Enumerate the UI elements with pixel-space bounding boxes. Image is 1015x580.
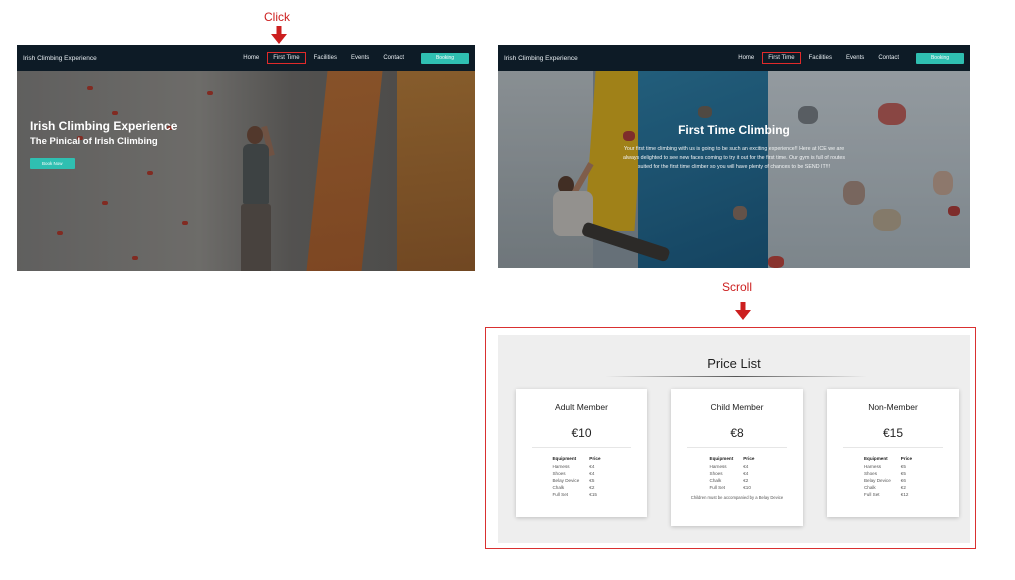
table-row: Harness €4 xyxy=(552,463,610,470)
cell-item: Shoes xyxy=(863,471,877,476)
first-time-page-screenshot: Irish Climbing Experience Home First Tim… xyxy=(498,45,970,268)
cell-item: Harness xyxy=(552,464,570,469)
nav-contact[interactable]: Contact xyxy=(378,53,409,63)
nav-first-time[interactable]: First Time xyxy=(267,52,306,64)
cell-price: €2 xyxy=(589,485,595,490)
tutorial-stage: Click Scroll Irish Climbing Experience H… xyxy=(0,0,1015,580)
cell-price: €6 xyxy=(900,478,906,483)
price-card-child: Child Member €8 Equipment Price Harness €… xyxy=(671,389,803,526)
cell-item: Chalk xyxy=(552,485,565,490)
table-row: Harness €4 xyxy=(710,463,765,470)
price-list-title: Price List xyxy=(707,356,761,371)
col-equipment: Equipment xyxy=(863,456,888,461)
price-card-adult: Adult Member €10 Equipment Price Harness… xyxy=(516,389,647,517)
card-title: Child Member xyxy=(710,402,764,412)
table-row: Chalk €2 xyxy=(710,477,765,484)
top-navbar: Irish Climbing Experience Home First Tim… xyxy=(17,45,475,71)
down-arrow-icon xyxy=(735,302,751,320)
cell-item: Chalk xyxy=(863,485,876,490)
click-annotation-label: Click xyxy=(264,10,290,24)
cell-price: €12 xyxy=(900,492,909,497)
nav-events[interactable]: Events xyxy=(346,53,374,63)
col-equipment: Equipment xyxy=(709,456,734,461)
table-row: Shoes €4 xyxy=(552,470,610,477)
first-time-title: First Time Climbing xyxy=(678,123,790,137)
table-row: Belay Device €5 xyxy=(552,477,610,484)
nav-first-time[interactable]: First Time xyxy=(762,52,801,64)
booking-button[interactable]: Booking xyxy=(916,52,964,64)
cell-price: €4 xyxy=(589,464,595,469)
table-row: Harness €5 xyxy=(864,463,922,470)
home-page-screenshot: Irish Climbing Experience Home First Tim… xyxy=(17,45,475,271)
top-navbar: Irish Climbing Experience Home First Tim… xyxy=(498,45,970,71)
card-price: €15 xyxy=(843,426,943,448)
table-row: Chalk €2 xyxy=(552,484,610,491)
nav-contact[interactable]: Contact xyxy=(873,53,904,63)
col-equipment: Equipment xyxy=(552,456,577,461)
cell-price: €2 xyxy=(743,478,749,483)
nav-facilities[interactable]: Facilities xyxy=(804,53,837,63)
cell-price: €10 xyxy=(743,485,751,490)
scroll-annotation-label: Scroll xyxy=(722,280,753,294)
cell-price: €2 xyxy=(900,485,906,490)
down-arrow-icon xyxy=(271,26,287,44)
equipment-table: Equipment Price Harness €5 Shoes €5 Belay … xyxy=(864,456,922,498)
col-price: Price xyxy=(743,456,755,461)
col-price: Price xyxy=(900,456,913,461)
card-note: Children must be accompanied by a Belay … xyxy=(690,495,784,500)
cell-item: Chalk xyxy=(709,478,722,483)
cell-item: Full Set xyxy=(863,492,880,497)
cell-price: €5 xyxy=(589,478,595,483)
cell-item: Harness xyxy=(863,464,882,469)
cell-item: Full Set xyxy=(552,492,569,497)
price-card-non-member: Non-Member €15 Equipment Price Harness €5… xyxy=(827,389,959,517)
cell-price: €15 xyxy=(589,492,597,497)
nav-home[interactable]: Home xyxy=(238,53,264,63)
hero-text-block: Irish Climbing Experience The Pinical of… xyxy=(30,119,177,170)
booking-button[interactable]: Booking xyxy=(421,52,469,64)
title-divider xyxy=(605,376,867,377)
hero-background-image xyxy=(17,71,475,271)
cell-item: Harness xyxy=(709,464,727,469)
card-title: Non-Member xyxy=(868,402,918,412)
table-row: Shoes €5 xyxy=(864,470,922,477)
book-now-button[interactable]: Book Now xyxy=(30,158,75,169)
table-row: Full Set €15 xyxy=(552,491,610,498)
cell-item: Belay Device xyxy=(863,478,891,483)
hero-title: Irish Climbing Experience xyxy=(30,119,178,133)
cell-price: €4 xyxy=(589,471,595,476)
card-price: €8 xyxy=(687,426,787,448)
equipment-table: Equipment Price Harness €4 Shoes €4 Chalk €… xyxy=(710,456,765,491)
nav-facilities[interactable]: Facilities xyxy=(309,53,342,63)
card-price: €10 xyxy=(532,426,631,448)
nav-events[interactable]: Events xyxy=(841,53,869,63)
site-brand[interactable]: Irish Climbing Experience xyxy=(504,55,731,62)
first-time-paragraph: Your first time climbing with us is goin… xyxy=(623,146,845,170)
card-title: Adult Member xyxy=(555,402,608,412)
hero-subtitle: The Pinical of Irish Climbing xyxy=(30,136,158,147)
site-brand[interactable]: Irish Climbing Experience xyxy=(23,55,236,62)
cell-price: €5 xyxy=(900,471,906,476)
cell-price: €4 xyxy=(743,471,749,476)
cell-price: €4 xyxy=(743,464,749,469)
cell-item: Shoes xyxy=(709,471,723,476)
col-price: Price xyxy=(589,456,601,461)
table-row: Full Set €10 xyxy=(710,484,765,491)
table-row: Chalk €2 xyxy=(864,484,922,491)
nav-home[interactable]: Home xyxy=(733,53,759,63)
equipment-table: Equipment Price Harness €4 Shoes €4 Belay … xyxy=(552,456,610,498)
table-row: Belay Device €6 xyxy=(864,477,922,484)
table-row: Full Set €12 xyxy=(864,491,922,498)
cell-item: Belay Device xyxy=(552,478,580,483)
cell-price: €5 xyxy=(900,464,906,469)
cell-item: Shoes xyxy=(552,471,566,476)
table-row: Shoes €4 xyxy=(710,470,765,477)
cell-item: Full Set xyxy=(709,485,726,490)
